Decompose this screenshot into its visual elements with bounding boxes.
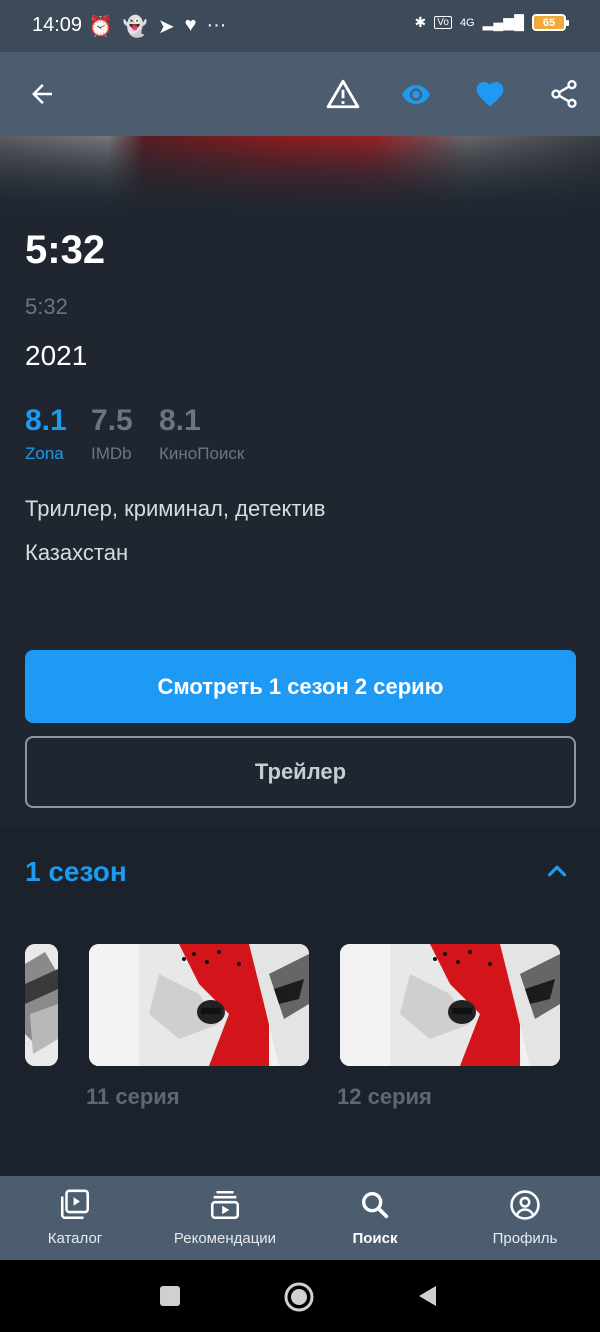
rating-source: КиноПоиск <box>159 444 245 463</box>
episode-card[interactable] <box>89 944 309 1066</box>
collapse-season-button[interactable] <box>540 856 576 886</box>
nav-search[interactable]: Поиск <box>300 1176 450 1260</box>
nav-catalog[interactable]: Каталог <box>0 1176 150 1260</box>
poster-overlay <box>0 136 600 220</box>
rating-value: 8.1 <box>25 404 67 437</box>
system-navigation-bar <box>0 1260 600 1332</box>
warning-icon <box>326 79 360 109</box>
recents-button[interactable] <box>158 1284 182 1308</box>
watched-button[interactable] <box>396 74 436 114</box>
rating-imdb: 7.5 IMDb <box>91 404 133 464</box>
heart-notification-icon: ♥ <box>184 14 197 36</box>
telegram-icon: ➤ <box>157 16 175 38</box>
battery-icon: 65 <box>532 14 569 31</box>
back-button[interactable] <box>22 74 62 114</box>
snapchat-icon: 👻 <box>122 16 148 38</box>
rating-kinopoisk: 8.1 КиноПоиск <box>159 404 244 464</box>
nav-recommendations[interactable]: Рекомендации <box>150 1176 300 1260</box>
arrow-left-icon <box>32 84 52 104</box>
genres: Триллер, криминал, детектив <box>25 496 326 521</box>
alarm-icon: ⏰ <box>88 16 113 38</box>
catalog-icon <box>60 1189 90 1220</box>
episode-card[interactable] <box>340 944 560 1066</box>
movie-title: 5:32 <box>25 228 106 272</box>
season-title[interactable]: 1 сезон <box>25 856 127 888</box>
share-button[interactable] <box>544 74 584 114</box>
network-label: 4G <box>459 16 475 29</box>
signal-icon: ▂▄▆█ <box>482 14 524 30</box>
report-button[interactable] <box>323 74 363 114</box>
search-icon <box>361 1191 389 1219</box>
rating-value: 8.1 <box>159 404 201 437</box>
status-bar: 14:09 ⏰ 👻 ➤ ♥ ··· ✱ Vo 4G ▂▄▆█ 65 <box>0 0 600 52</box>
trailer-button[interactable]: Трейлер <box>25 736 576 808</box>
nav-label: Профиль <box>492 1230 558 1247</box>
episode-thumbnail <box>25 944 58 1066</box>
rating-zona: 8.1 Zona <box>25 404 67 464</box>
episode-label: 12 серия <box>337 1084 432 1109</box>
country: Казахстан <box>25 540 129 565</box>
status-system-icons: ✱ Vo 4G ▂▄▆█ 65 <box>414 14 569 31</box>
poster-image <box>0 136 600 220</box>
heart-icon <box>476 82 504 107</box>
favorite-button[interactable] <box>470 74 510 114</box>
episode-thumbnail <box>89 944 309 1066</box>
episode-thumbnail <box>340 944 560 1066</box>
status-notification-icons: ⏰ 👻 ➤ ♥ ··· <box>88 14 226 39</box>
profile-icon <box>510 1190 540 1220</box>
nav-label: Поиск <box>352 1230 398 1247</box>
more-notifications-icon: ··· <box>206 14 227 36</box>
nav-profile[interactable]: Профиль <box>450 1176 600 1260</box>
bottom-navigation: Каталог Рекомендации Поиск Профиль <box>0 1176 600 1260</box>
watch-button[interactable]: Смотреть 1 сезон 2 серию <box>25 650 576 723</box>
nav-label: Каталог <box>47 1230 103 1247</box>
episode-label: 11 серия <box>86 1084 180 1109</box>
bluetooth-icon: ✱ <box>414 14 427 30</box>
episode-card[interactable] <box>25 944 58 1066</box>
rating-source: IMDb <box>91 444 132 463</box>
release-year: 2021 <box>25 340 88 371</box>
share-icon <box>551 80 577 108</box>
rating-value: 7.5 <box>91 404 133 437</box>
nav-label: Рекомендации <box>173 1230 277 1247</box>
original-title: 5:32 <box>25 294 68 319</box>
volte-icon: Vo <box>434 16 452 29</box>
rating-source: Zona <box>25 444 64 463</box>
recommendations-icon <box>210 1190 240 1220</box>
home-button[interactable] <box>283 1281 315 1313</box>
toolbar <box>0 52 600 136</box>
chevron-up-icon <box>547 865 567 877</box>
status-time: 14:09 <box>32 14 83 36</box>
battery-level: 65 <box>542 16 556 29</box>
back-nav-button[interactable] <box>416 1284 440 1308</box>
eye-icon <box>402 85 430 104</box>
